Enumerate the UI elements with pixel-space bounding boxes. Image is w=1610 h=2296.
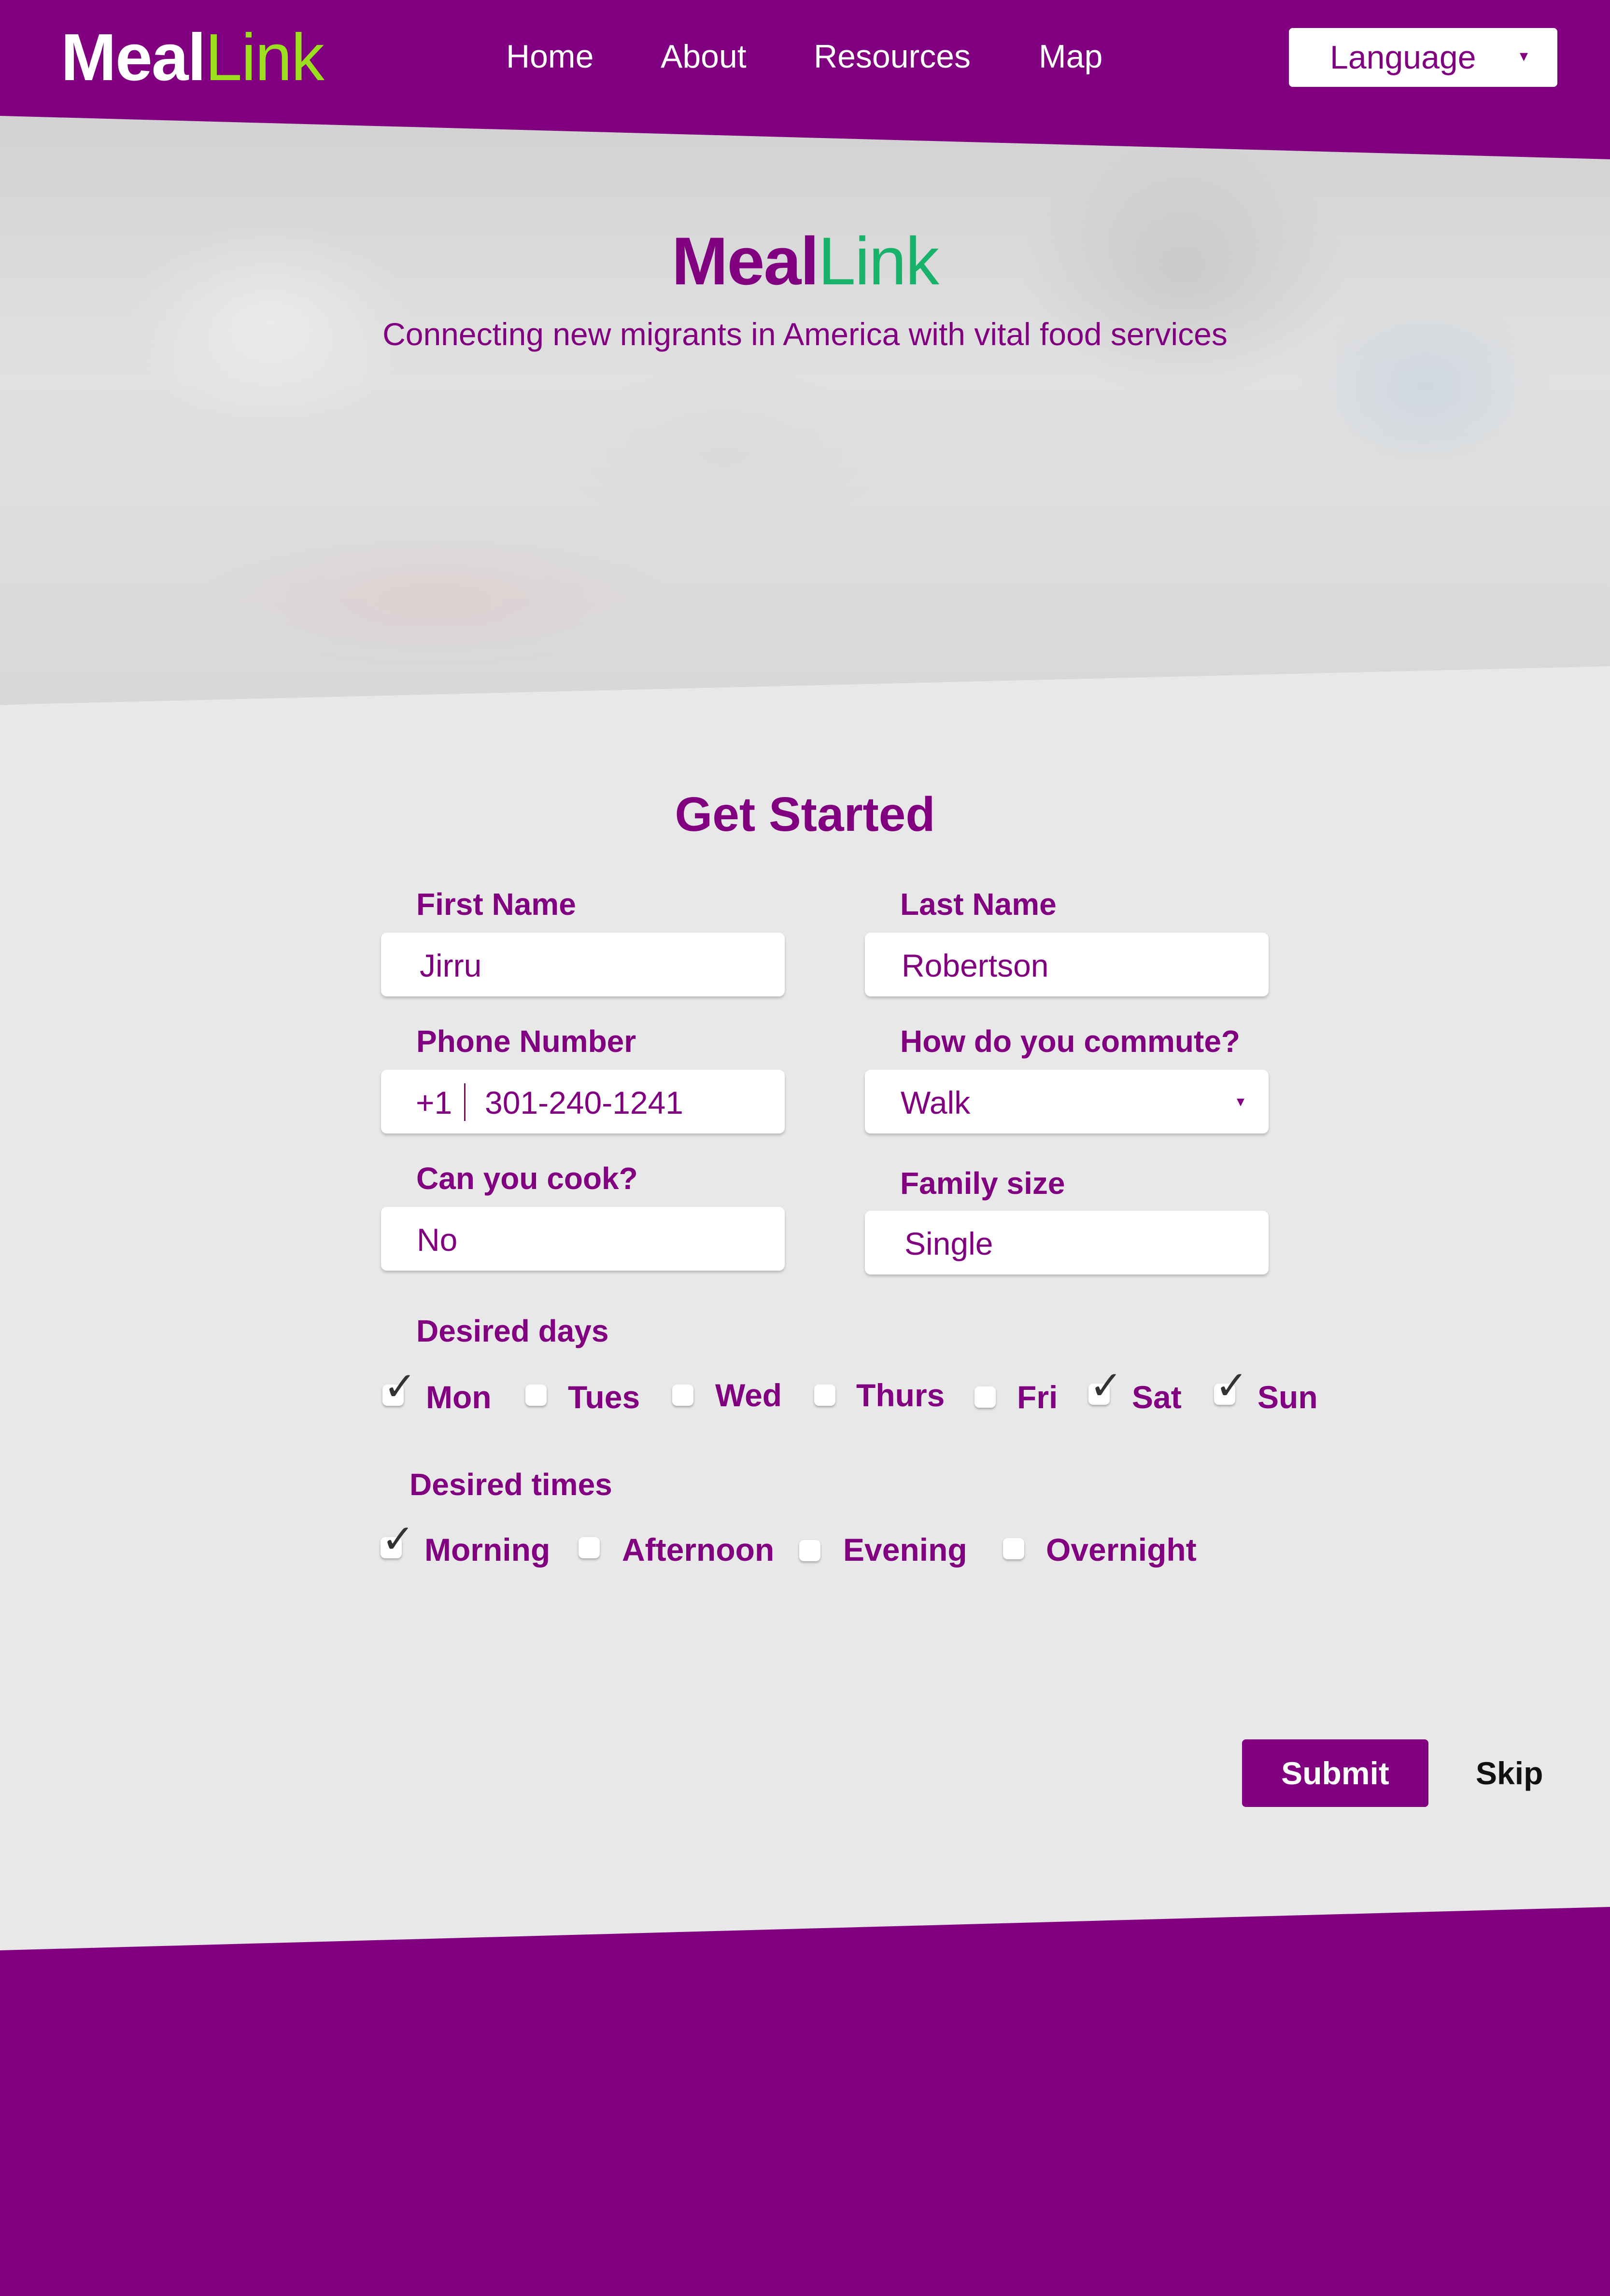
chevron-down-icon: ▾ xyxy=(1520,47,1528,65)
commute-value: Walk xyxy=(901,1085,971,1120)
submit-button-label: Submit xyxy=(1281,1755,1389,1791)
commute-select[interactable]: Walk ▾ xyxy=(865,1070,1269,1134)
first-name-label: First Name xyxy=(416,887,576,922)
time-checkbox-evening[interactable] xyxy=(799,1540,820,1561)
day-checkbox-mon[interactable]: ✓ xyxy=(382,1367,417,1407)
day-label-tues: Tues xyxy=(568,1379,640,1415)
check-icon: ✓ xyxy=(383,1364,417,1410)
hero-title: MealLink xyxy=(0,222,1610,300)
phone-divider xyxy=(464,1083,466,1121)
day-checkbox-sun[interactable]: ✓ xyxy=(1214,1366,1248,1406)
last-name-value: Robertson xyxy=(902,948,1049,983)
cook-field[interactable]: No xyxy=(381,1207,785,1271)
hero-subtitle: Connecting new migrants in America with … xyxy=(382,316,1228,352)
language-select-label: Language xyxy=(1330,39,1476,76)
phone-country-code: +1 xyxy=(416,1085,452,1120)
day-label-thurs: Thurs xyxy=(856,1377,945,1413)
time-label-evening: Evening xyxy=(843,1532,967,1568)
check-icon: ✓ xyxy=(1089,1363,1123,1409)
family-size-value: Single xyxy=(904,1226,993,1261)
day-checkbox-fri[interactable] xyxy=(974,1386,996,1408)
brand-logo-part2: Link xyxy=(205,20,325,95)
brand-logo-part1: Meal xyxy=(61,20,206,95)
time-checkbox-afternoon[interactable] xyxy=(579,1537,600,1558)
time-label-morning: Morning xyxy=(424,1532,551,1568)
check-icon: ✓ xyxy=(381,1516,415,1562)
chevron-down-icon: ▾ xyxy=(1237,1092,1245,1110)
phone-number-field[interactable]: +1 301-240-1241 xyxy=(381,1070,785,1134)
hero-title-part1: Meal xyxy=(671,223,819,299)
day-label-fri: Fri xyxy=(1017,1379,1058,1415)
submit-button[interactable]: Submit xyxy=(1242,1739,1428,1807)
day-checkbox-thurs[interactable] xyxy=(814,1385,835,1406)
day-label-sat: Sat xyxy=(1132,1379,1182,1415)
desired-times-label: Desired times xyxy=(410,1467,612,1502)
nav-home-link[interactable]: Home xyxy=(506,38,593,75)
day-label-sun: Sun xyxy=(1257,1379,1318,1415)
hero-overlay xyxy=(0,116,1610,705)
form-title: Get Started xyxy=(675,787,935,841)
day-checkbox-wed[interactable] xyxy=(672,1385,693,1406)
day-checkbox-tues[interactable] xyxy=(525,1385,547,1406)
time-checkbox-overnight[interactable] xyxy=(1003,1538,1024,1559)
desired-days-label: Desired days xyxy=(416,1314,609,1348)
day-label-wed: Wed xyxy=(715,1377,782,1413)
day-label-mon: Mon xyxy=(426,1379,492,1415)
time-checkbox-morning[interactable]: ✓ xyxy=(381,1520,415,1559)
last-name-label: Last Name xyxy=(900,887,1057,922)
time-label-afternoon: Afternoon xyxy=(622,1532,775,1568)
phone-number-value: 301-240-1241 xyxy=(485,1085,684,1120)
last-name-field[interactable]: Robertson xyxy=(865,933,1269,996)
family-size-field[interactable]: Single xyxy=(865,1211,1269,1274)
language-select[interactable]: Language ▾ xyxy=(1289,28,1557,87)
footer xyxy=(0,1950,1610,2296)
first-name-value: Jirru xyxy=(420,948,482,983)
hero-title-part2: Link xyxy=(818,223,939,299)
nav-resources-link[interactable]: Resources xyxy=(814,38,971,75)
day-checkbox-sat[interactable]: ✓ xyxy=(1088,1366,1123,1406)
nav-about-link[interactable]: About xyxy=(661,38,747,75)
brand-logo[interactable]: MealLink xyxy=(61,19,325,96)
skip-button[interactable]: Skip xyxy=(1476,1755,1543,1792)
hero-banner xyxy=(0,116,1610,705)
family-size-label: Family size xyxy=(900,1166,1065,1201)
phone-number-label: Phone Number xyxy=(416,1024,636,1059)
cook-label: Can you cook? xyxy=(416,1161,638,1196)
nav-map-link[interactable]: Map xyxy=(1039,38,1102,75)
check-icon: ✓ xyxy=(1215,1363,1248,1409)
time-label-overnight: Overnight xyxy=(1046,1532,1197,1568)
cook-value: No xyxy=(417,1222,458,1258)
commute-label: How do you commute? xyxy=(900,1024,1240,1059)
first-name-field[interactable]: Jirru xyxy=(381,933,785,996)
